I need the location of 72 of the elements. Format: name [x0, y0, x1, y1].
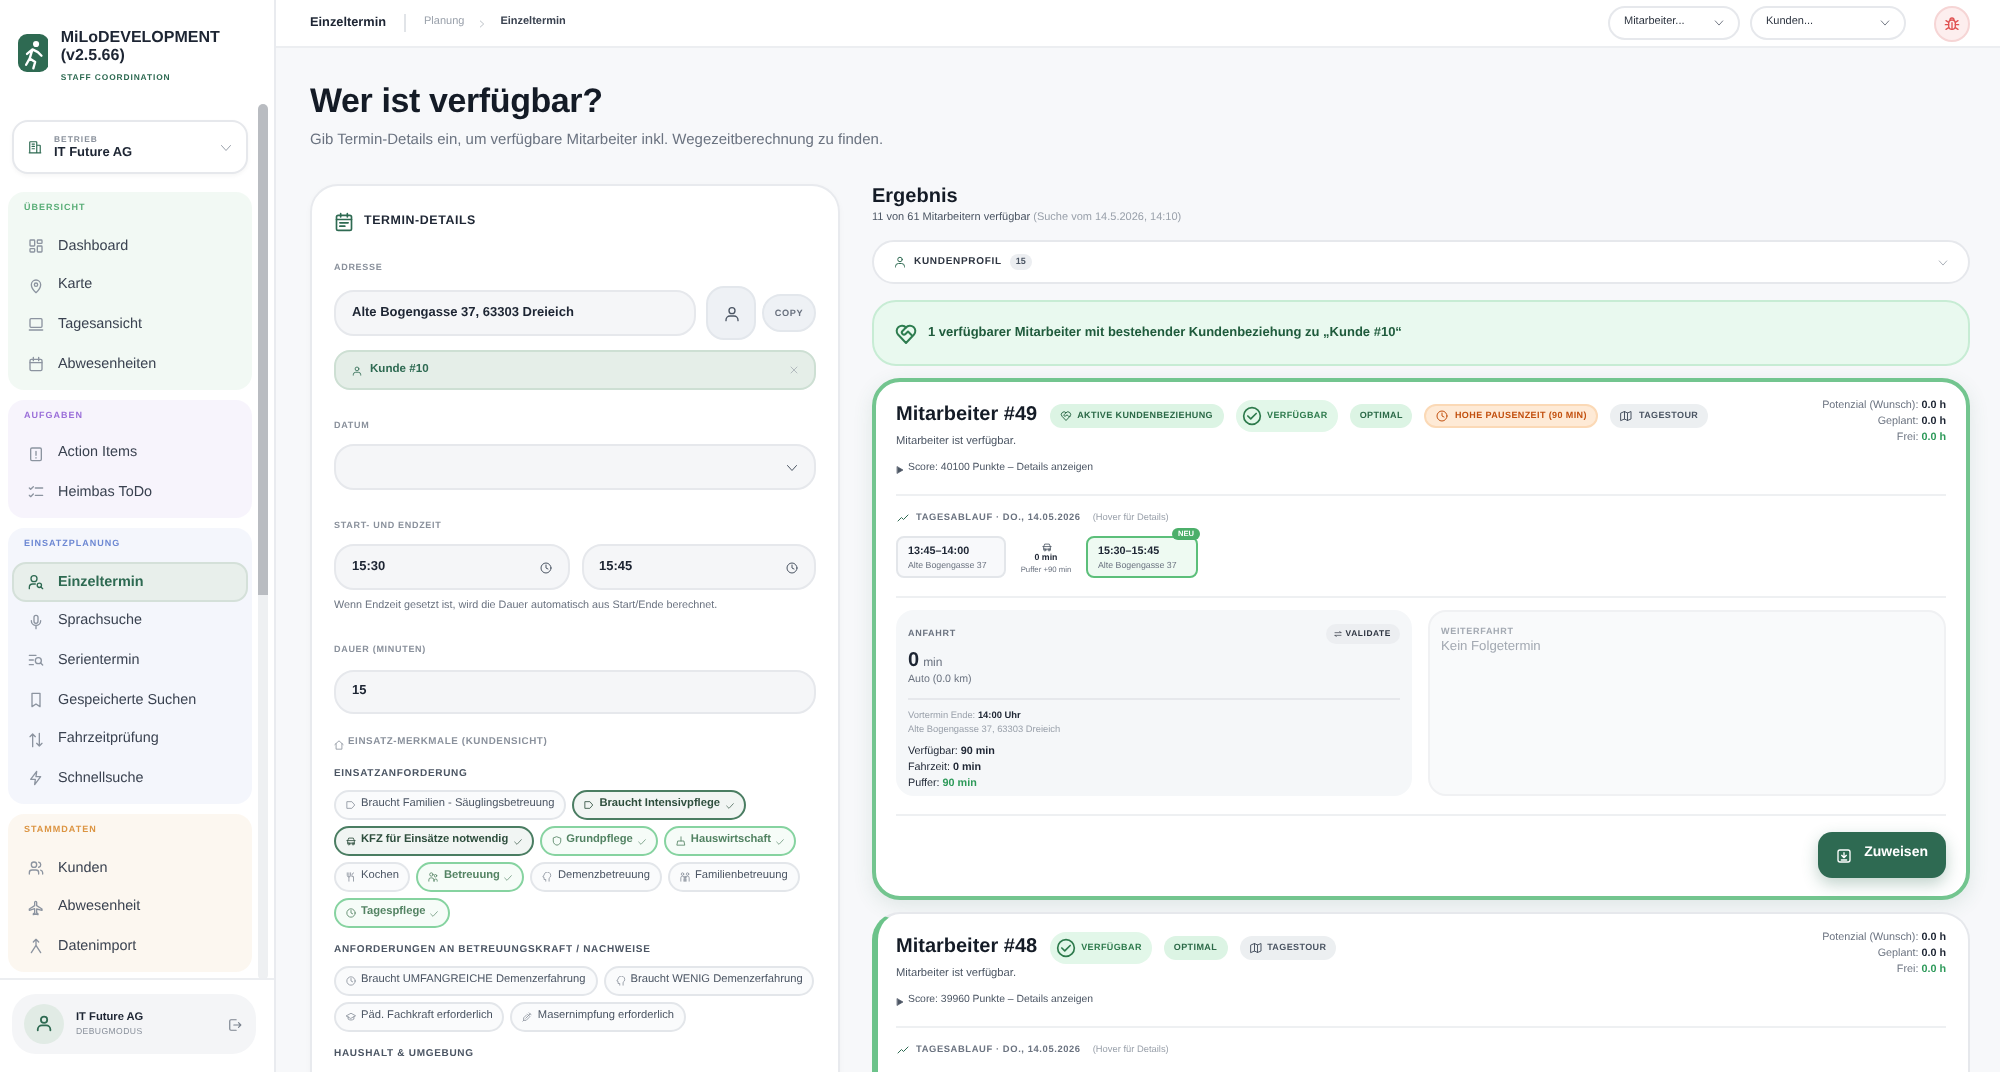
person-icon [352, 365, 362, 375]
clock-icon [539, 561, 551, 573]
clock-icon [346, 976, 356, 986]
app-title: MiLoDEVELOPMENT (v2.5.66) [60, 28, 222, 64]
grid-icon [28, 237, 44, 254]
check-icon [513, 837, 522, 845]
person-icon [723, 305, 739, 321]
calendar-icon [28, 355, 44, 372]
close-icon[interactable] [790, 366, 798, 374]
family-icon [679, 872, 690, 882]
chevron-down-icon [1880, 18, 1890, 28]
house-icon [334, 739, 344, 749]
heart-icon [894, 321, 918, 345]
checklist-icon [28, 484, 44, 501]
clock-icon [346, 908, 356, 918]
customer-picker-button[interactable] [706, 286, 756, 340]
airplane-icon [28, 899, 44, 916]
fork-arrow-icon [28, 938, 44, 955]
head-icon [542, 872, 553, 882]
chevron-down-icon [220, 141, 232, 153]
list-search-icon [28, 652, 44, 669]
up-down-arrows-icon [28, 731, 44, 748]
trend-line-icon [896, 1044, 910, 1056]
map-icon [1620, 410, 1633, 422]
page-heading: Wer ist verfügbar? [310, 82, 605, 122]
calendar-icon [334, 210, 354, 234]
check-circle-icon [1241, 406, 1261, 426]
bug-icon [1944, 15, 1960, 31]
heart-icon [1059, 410, 1072, 422]
graduation-cap-icon [346, 1012, 356, 1022]
clock-icon [1436, 410, 1449, 422]
box-arrow-icon [1836, 847, 1853, 863]
head-icon [615, 976, 626, 986]
trend-line-icon [896, 512, 910, 524]
microphone-icon [28, 613, 44, 630]
lightning-icon [28, 770, 44, 787]
employee-name: Mitarbeiter #48 [896, 936, 1038, 960]
shield-icon [551, 836, 562, 846]
monitor-icon [28, 316, 44, 333]
check-icon [776, 837, 785, 845]
car-icon [346, 836, 356, 846]
avatar-icon [24, 1004, 64, 1044]
car-icon [1041, 541, 1051, 551]
employee-name: Mitarbeiter #49 [896, 404, 1038, 428]
alert-square-icon [28, 445, 44, 462]
map-icon [1249, 942, 1262, 954]
chevron-down-icon [1714, 18, 1724, 28]
check-icon [725, 801, 734, 809]
map-pin-icon [28, 277, 44, 294]
people-icon [428, 872, 439, 882]
broom-icon [675, 836, 686, 846]
chevron-down-icon [786, 461, 798, 473]
check-icon [637, 837, 646, 845]
cutlery-icon [346, 872, 356, 882]
person-icon [894, 256, 906, 268]
check-icon [430, 909, 439, 917]
travel-minutes: 0 [908, 650, 920, 672]
check-circle-icon [1055, 938, 1076, 958]
result-title: Ergebnis [872, 186, 960, 210]
tag-icon [346, 800, 356, 810]
syringe-icon [522, 1012, 533, 1022]
logout-icon[interactable] [228, 1017, 242, 1031]
debug-button[interactable] [1934, 5, 1970, 41]
tag-icon [584, 800, 595, 810]
users-icon [28, 860, 44, 877]
runner-logo-icon [18, 32, 49, 74]
clock-icon [786, 561, 798, 573]
check-icon [504, 873, 513, 881]
swap-arrows-icon [1333, 630, 1342, 638]
bookmark-icon [28, 692, 44, 709]
building-icon [28, 140, 42, 154]
user-search-icon [28, 573, 44, 590]
